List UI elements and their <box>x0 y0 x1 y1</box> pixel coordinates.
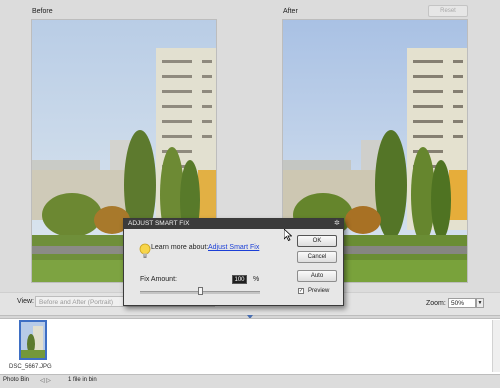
photo-thumbnail[interactable] <box>19 320 47 360</box>
cancel-button[interactable]: Cancel <box>297 251 337 263</box>
lightbulb-icon <box>139 243 151 259</box>
view-label: View: <box>17 298 34 305</box>
dialog-close-icon[interactable]: ✲ <box>334 219 340 229</box>
fix-amount-input[interactable]: 100 <box>232 275 247 284</box>
zoom-label: Zoom: <box>426 300 446 307</box>
fix-amount-slider-thumb[interactable] <box>197 287 203 295</box>
thumbnail-filename: DSC_5667.JPG <box>9 364 52 370</box>
preview-label: Preview <box>308 288 330 294</box>
fix-amount-unit: % <box>253 276 260 283</box>
bin-nav-arrows-icon[interactable]: ◁ ▷ <box>40 377 51 384</box>
reset-button[interactable]: Reset <box>428 5 468 17</box>
dialog-title: ADJUST SMART FIX <box>124 219 343 229</box>
zoom-dropdown-icon[interactable]: ▼ <box>476 298 484 308</box>
photo-bin-label: Photo Bin <box>3 377 30 383</box>
learn-more-text: Learn more about: <box>151 244 209 251</box>
bin-file-count: 1 file in bin <box>68 377 97 383</box>
fix-amount-label: Fix Amount: <box>140 276 177 283</box>
preview-checkbox[interactable]: ✓ <box>298 288 304 294</box>
after-label: After <box>283 8 298 15</box>
photo-bin <box>0 318 500 374</box>
zoom-input[interactable]: 50% <box>448 298 476 308</box>
ok-button[interactable]: OK <box>297 235 337 247</box>
auto-button[interactable]: Auto <box>297 270 337 282</box>
bin-scrollbar[interactable] <box>492 320 500 372</box>
adjust-smart-fix-dialog: ADJUST SMART FIX ✲ Learn more about: Adj… <box>123 218 344 306</box>
learn-more-link[interactable]: Adjust Smart Fix <box>208 244 259 251</box>
before-label: Before <box>32 8 53 15</box>
mouse-cursor-icon <box>283 228 293 243</box>
